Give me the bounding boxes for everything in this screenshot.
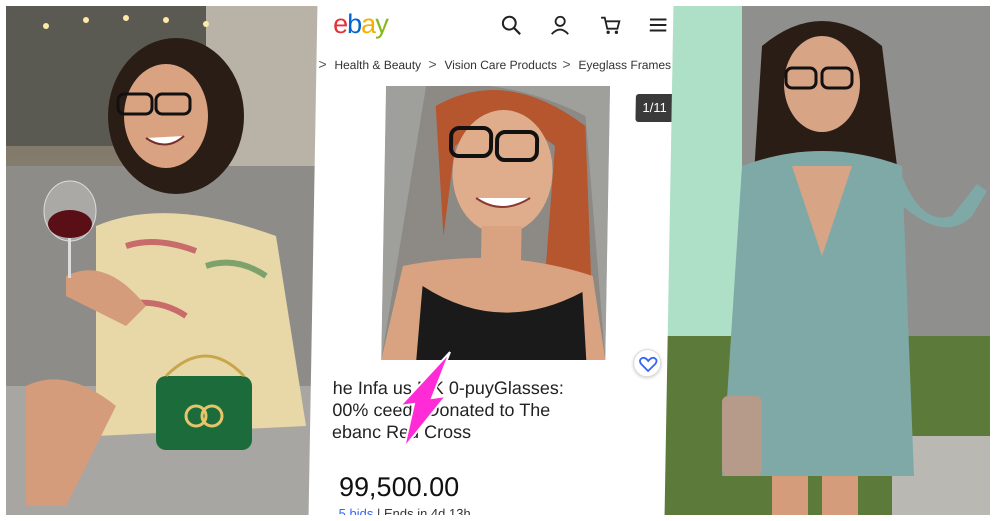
listing-price: 99,500.00 [338,472,460,502]
search-icon[interactable] [500,14,522,36]
breadcrumb-separator: > [428,56,437,72]
product-image[interactable] [381,86,611,360]
left-photo-illustration [6,6,322,515]
right-photo-illustration [652,6,990,515]
logo-letter-y: y [374,9,388,39]
bids-row: 5 bids | Ends in 4d 13h [338,506,470,515]
logo-letter-a: a [360,9,376,39]
breadcrumb-item-eyeglass-frames[interactable]: Eyeglass Frames [578,58,671,72]
ends-in-text: | Ends in 4d 13h [376,506,471,515]
heart-icon [639,356,658,373]
user-icon[interactable] [549,14,571,36]
breadcrumb-separator: > [562,56,571,72]
logo-letter-b: b [346,9,362,39]
ebay-mobile-screenshot: ebay > Health & Beauty > Vision Care Pro… [308,6,674,515]
image-counter: 1/11 [635,94,674,122]
pink-arrow-annotation [397,351,451,449]
ebay-logo[interactable]: ebay [333,9,388,40]
breadcrumb: > Health & Beauty > Vision Care Products… [316,54,672,76]
product-photo-illustration [381,86,611,360]
breadcrumb-item-health-beauty[interactable]: Health & Beauty [334,58,421,72]
logo-letter-e: e [332,9,348,39]
breadcrumb-item-vision-care[interactable]: Vision Care Products [444,58,557,72]
ebay-header: ebay [317,6,674,42]
breadcrumb-separator: > [318,56,327,72]
left-photo [6,6,322,515]
bids-link[interactable]: 5 bids [338,506,373,515]
cart-icon[interactable] [599,14,621,36]
menu-icon[interactable] [647,14,669,36]
watch-button[interactable] [632,349,662,377]
right-photo [652,6,990,515]
